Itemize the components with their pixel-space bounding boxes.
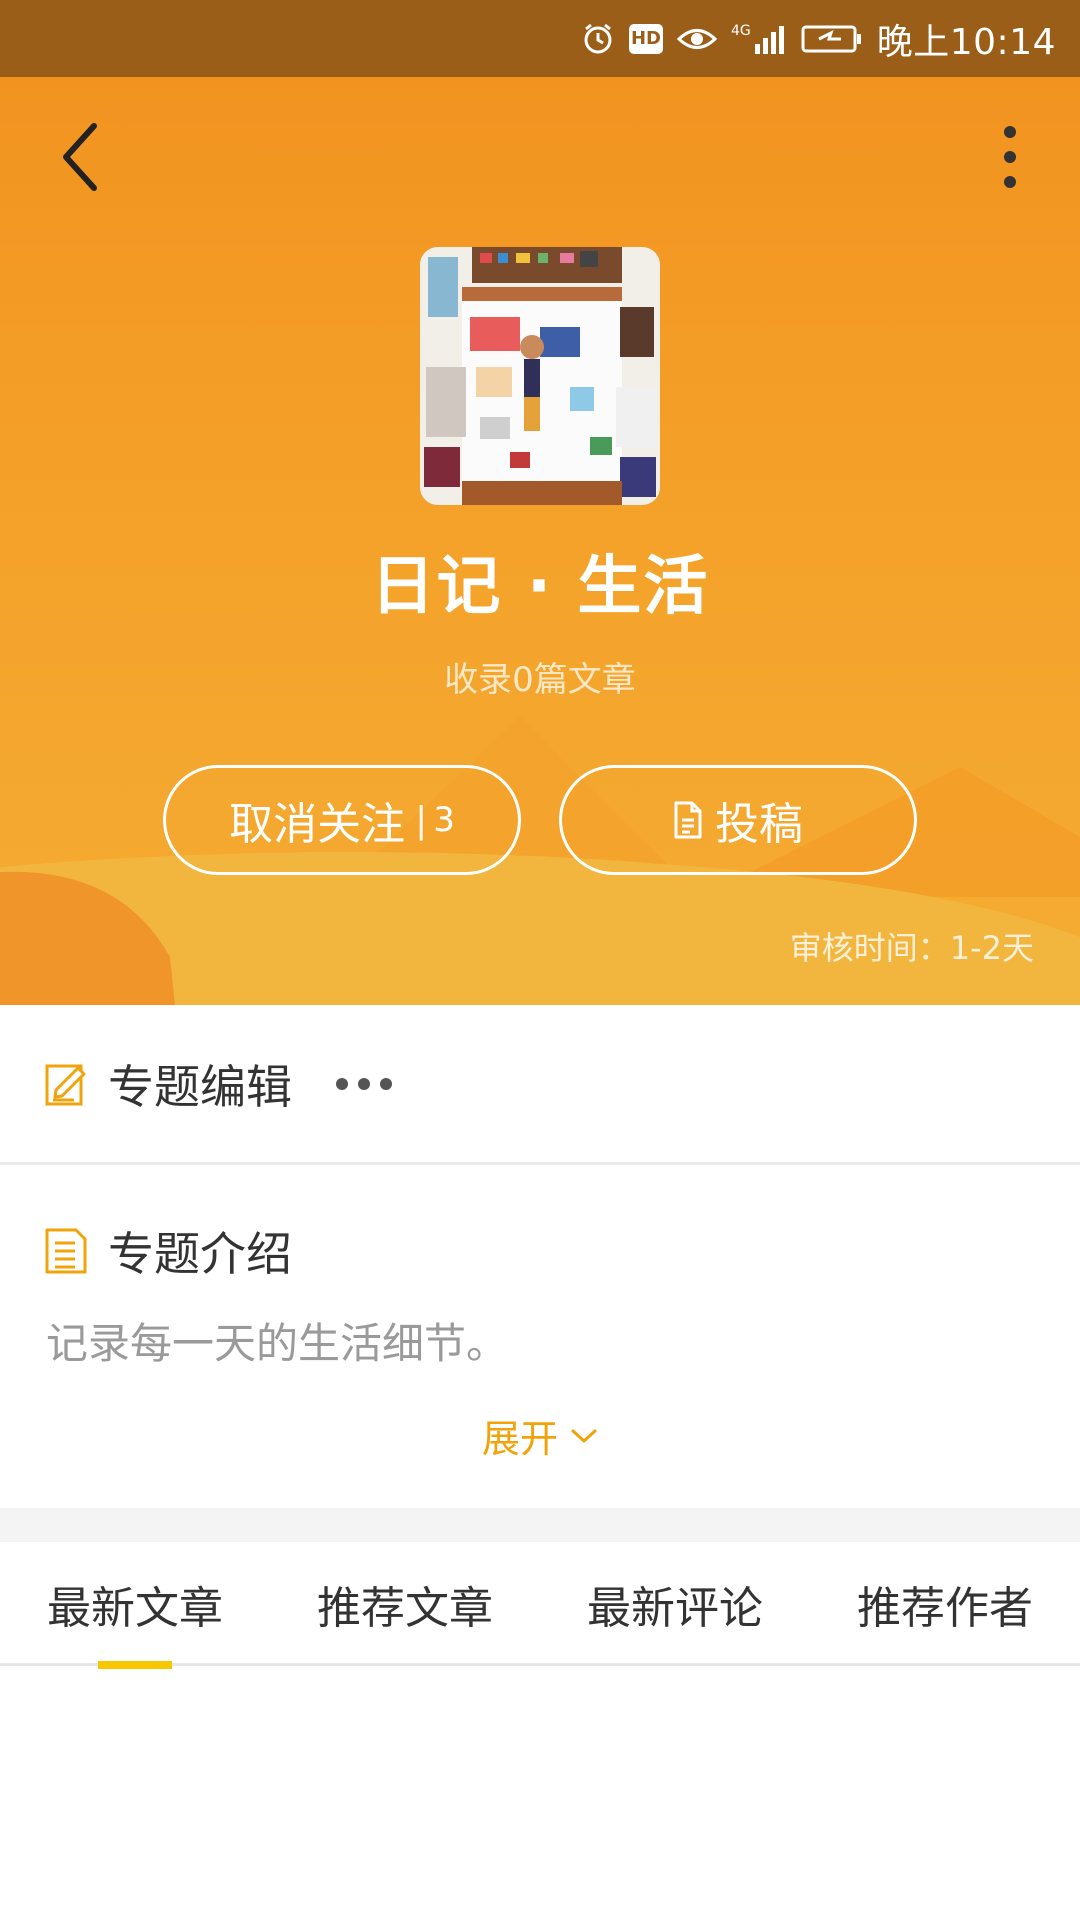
topic-cover-image xyxy=(420,247,660,505)
tab-label: 最新文章 xyxy=(47,1583,223,1634)
intro-text: 记录每一天的生活细节。 xyxy=(46,1319,509,1368)
tab-label: 最新评论 xyxy=(587,1583,763,1634)
editors-more-icon[interactable] xyxy=(336,1077,392,1090)
submit-article-button[interactable]: 投稿 xyxy=(559,765,917,875)
more-vertical-icon xyxy=(1004,126,1016,188)
follower-count: 3 xyxy=(433,800,455,840)
network-type-label: 4G xyxy=(730,22,751,39)
edit-icon xyxy=(44,1060,88,1108)
submit-label: 投稿 xyxy=(715,799,803,850)
intro-header: 专题介绍 xyxy=(44,1218,292,1284)
topic-intro: 专题介绍 记录每一天的生活细节。 展开 xyxy=(0,1168,1080,1508)
alarm-icon xyxy=(581,19,615,59)
tab-label: 推荐文章 xyxy=(317,1583,493,1634)
more-button[interactable] xyxy=(970,117,1050,197)
eye-icon xyxy=(676,19,717,59)
editor-section-title: 专题编辑 xyxy=(108,1059,292,1114)
hd-badge: HD xyxy=(628,23,663,54)
document-list-icon xyxy=(44,1227,88,1275)
battery-icon xyxy=(801,19,863,59)
status-time: 晚上10:14 xyxy=(876,21,1056,63)
back-button[interactable] xyxy=(40,117,120,197)
status-bar: HD 4G 晚上10:14 xyxy=(0,0,1080,77)
hd-icon: HD xyxy=(628,19,663,59)
back-arrow-icon xyxy=(63,123,97,191)
unfollow-label: 取消关注 xyxy=(229,799,406,850)
tab-label: 推荐作者 xyxy=(857,1583,1033,1634)
article-count: 收录0篇文章 xyxy=(444,660,636,700)
signal-icon: 4G xyxy=(731,19,787,59)
tab-latest-articles[interactable]: 最新文章 xyxy=(0,1542,270,1669)
expand-button[interactable]: 展开 xyxy=(0,1408,1080,1463)
active-tab-indicator xyxy=(98,1661,172,1669)
tab-recommended-articles[interactable]: 推荐文章 xyxy=(270,1542,540,1666)
chevron-down-icon xyxy=(571,1429,597,1442)
intro-section-title: 专题介绍 xyxy=(108,1227,292,1281)
review-time: 审核时间：1-2天 xyxy=(789,929,1034,967)
follow-separator: | xyxy=(415,799,428,841)
tab-latest-comments[interactable]: 最新评论 xyxy=(540,1542,810,1666)
topic-title: 日记 · 生活 xyxy=(370,550,710,624)
section-divider xyxy=(0,1508,1080,1542)
unfollow-button[interactable]: 取消关注 | 3 xyxy=(163,765,521,875)
topic-editor-row[interactable]: 专题编辑 xyxy=(0,1005,1080,1165)
document-icon xyxy=(674,801,702,839)
tab-recommended-authors[interactable]: 推荐作者 xyxy=(810,1542,1080,1666)
expand-label: 展开 xyxy=(481,1417,558,1461)
article-tabs: 最新文章 推荐文章 最新评论 推荐作者 xyxy=(0,1542,1080,1669)
topic-header: 日记 · 生活 收录0篇文章 取消关注 | 3 投稿 审核时间：1-2天 xyxy=(0,77,1080,1005)
